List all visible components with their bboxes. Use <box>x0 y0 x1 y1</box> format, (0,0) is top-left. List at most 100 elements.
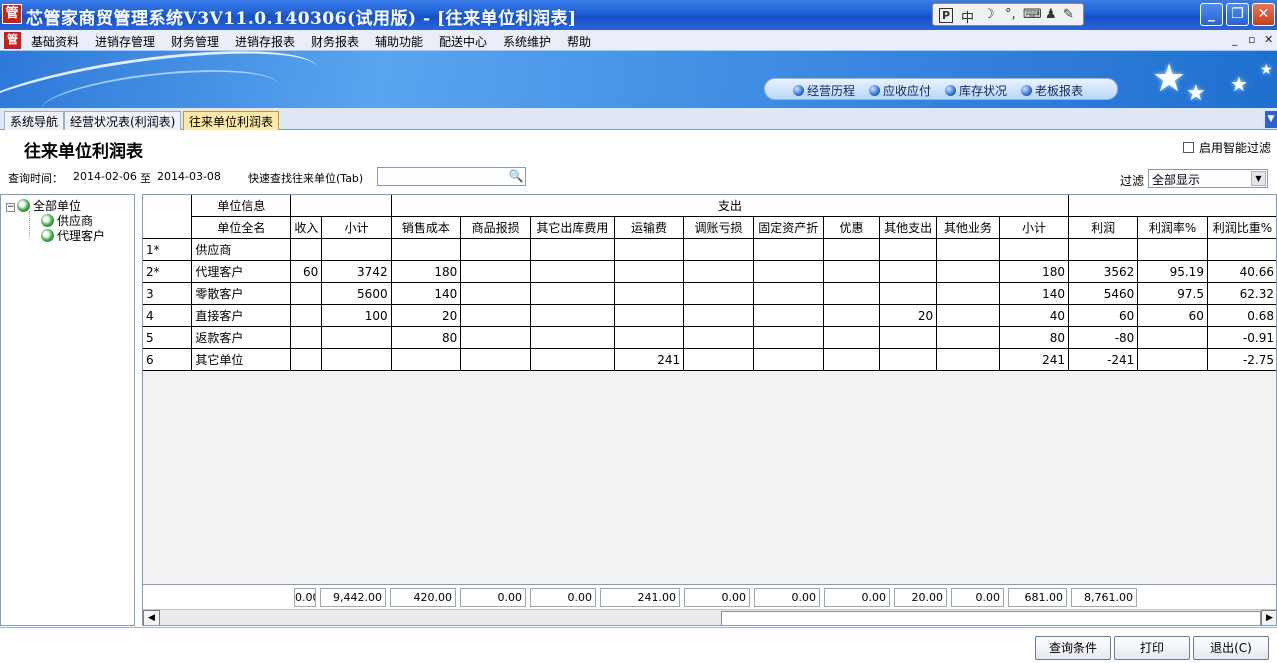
keyboard-icon[interactable]: ⌨ <box>1023 7 1042 22</box>
table-cell[interactable]: 95.19 <box>1137 260 1208 283</box>
ime-toolbar[interactable]: P 中 ☽ °, ⌨ ♟ ✎ <box>932 3 1084 26</box>
table-cell[interactable] <box>613 238 685 261</box>
table-cell[interactable] <box>822 260 881 283</box>
table-cell[interactable] <box>822 238 881 261</box>
table-cell[interactable]: 60 <box>290 260 323 283</box>
table-cell[interactable]: -2.75 <box>1206 348 1276 371</box>
table-cell[interactable] <box>460 326 531 349</box>
user-icon[interactable]: ♟ <box>1045 7 1057 22</box>
table-row[interactable]: 1* 供应商 <box>143 238 1276 261</box>
ime-p-icon[interactable]: P <box>939 8 954 23</box>
table-cell[interactable] <box>460 348 531 371</box>
table-cell[interactable]: -0.91 <box>1206 326 1276 349</box>
table-cell[interactable] <box>321 326 392 349</box>
table-cell[interactable]: 241 <box>998 348 1070 371</box>
table-cell[interactable]: 80 <box>998 326 1070 349</box>
table-cell[interactable] <box>822 304 881 327</box>
table-cell[interactable] <box>290 304 323 327</box>
menu-aux[interactable]: 辅助功能 <box>375 33 423 50</box>
menu-delivery[interactable]: 配送中心 <box>439 33 487 50</box>
unit-name-cell[interactable]: 其它单位 <box>191 348 292 371</box>
table-cell[interactable] <box>529 238 615 261</box>
menu-system[interactable]: 系统维护 <box>503 33 551 50</box>
column-header[interactable]: 调账亏损 <box>683 216 754 239</box>
menu-basic-data[interactable]: 基础资料 <box>31 33 79 50</box>
column-header[interactable]: 其它出库费用 <box>529 216 615 239</box>
table-cell[interactable] <box>752 282 824 305</box>
table-cell[interactable] <box>683 326 754 349</box>
table-cell[interactable] <box>290 348 323 371</box>
tab-business-status[interactable]: 经营状况表(利润表) <box>64 111 182 130</box>
mdi-close-button[interactable]: ✕ <box>1264 33 1273 46</box>
mdi-minimize-button[interactable]: _ <box>1232 33 1238 46</box>
table-cell[interactable] <box>822 326 881 349</box>
table-cell[interactable] <box>1137 326 1208 349</box>
quick-link-history[interactable]: 经营历程 <box>793 82 855 99</box>
tab-unit-profit[interactable]: 往来单位利润表 <box>183 111 280 130</box>
table-cell[interactable]: 180 <box>390 260 462 283</box>
menu-finance-reports[interactable]: 财务报表 <box>311 33 359 50</box>
table-cell[interactable]: 5460 <box>1068 282 1139 305</box>
table-cell[interactable] <box>936 282 1000 305</box>
table-cell[interactable] <box>529 260 615 283</box>
table-cell[interactable] <box>1137 238 1208 261</box>
table-cell[interactable] <box>752 348 824 371</box>
scroll-left-icon[interactable]: ◀ <box>143 610 160 625</box>
table-cell[interactable]: 40.66 <box>1206 260 1276 283</box>
mdi-app-icon[interactable]: 管 <box>4 32 21 49</box>
quick-find-input[interactable]: 🔍 <box>377 167 526 186</box>
unit-name-cell[interactable]: 直接客户 <box>191 304 292 327</box>
table-cell[interactable] <box>752 260 824 283</box>
table-cell[interactable] <box>752 304 824 327</box>
table-cell[interactable]: 3562 <box>1068 260 1139 283</box>
table-cell[interactable]: 3742 <box>321 260 392 283</box>
table-cell[interactable] <box>936 238 1000 261</box>
table-cell[interactable] <box>683 238 754 261</box>
table-cell[interactable] <box>683 348 754 371</box>
table-cell[interactable] <box>879 260 938 283</box>
search-icon[interactable]: 🔍 <box>508 169 524 184</box>
table-cell[interactable]: 180 <box>998 260 1070 283</box>
column-header[interactable]: 商品报损 <box>460 216 531 239</box>
mdi-restore-button[interactable]: ▫ <box>1248 33 1255 46</box>
table-cell[interactable]: 62.32 <box>1206 282 1276 305</box>
table-cell[interactable]: 140 <box>998 282 1070 305</box>
table-cell[interactable] <box>879 238 938 261</box>
table-cell[interactable]: 60 <box>1137 304 1208 327</box>
table-cell[interactable] <box>822 282 881 305</box>
punctuation-icon[interactable]: °, <box>1005 7 1016 22</box>
table-cell[interactable] <box>879 326 938 349</box>
query-conditions-button[interactable]: 查询条件 <box>1035 636 1111 660</box>
column-header[interactable]: 运输费 <box>613 216 685 239</box>
print-button[interactable]: 打印 <box>1114 636 1190 660</box>
column-header[interactable]: 单位全名 <box>191 216 292 239</box>
filter-select[interactable]: 全部显示 ▼ <box>1148 169 1268 188</box>
table-cell[interactable] <box>390 238 462 261</box>
table-cell[interactable] <box>529 304 615 327</box>
unit-name-cell[interactable]: 代理客户 <box>191 260 292 283</box>
column-header[interactable]: 优惠 <box>822 216 881 239</box>
table-cell[interactable] <box>529 348 615 371</box>
table-cell[interactable]: 140 <box>390 282 462 305</box>
unit-name-cell[interactable]: 返款客户 <box>191 326 292 349</box>
table-cell[interactable] <box>529 282 615 305</box>
column-header[interactable]: 固定资产折 <box>752 216 824 239</box>
minimize-button[interactable]: _ <box>1200 3 1223 26</box>
tab-list-dropdown-icon[interactable]: ▼ <box>1265 111 1277 128</box>
exit-button[interactable]: 退出(C) <box>1193 636 1269 660</box>
table-cell[interactable] <box>752 326 824 349</box>
table-cell[interactable] <box>683 304 754 327</box>
table-cell[interactable]: 60 <box>1068 304 1139 327</box>
unit-name-cell[interactable]: 供应商 <box>191 238 292 261</box>
table-row[interactable]: 6 其它单位 241 241 -241 -2.75 <box>143 348 1276 371</box>
table-cell[interactable] <box>1206 238 1276 261</box>
table-cell[interactable] <box>683 260 754 283</box>
scroll-right-icon[interactable]: ▶ <box>1261 610 1276 625</box>
scrollbar-thumb[interactable] <box>721 611 1261 625</box>
column-header[interactable]: 小计 <box>321 216 392 239</box>
table-cell[interactable]: 0.68 <box>1206 304 1276 327</box>
table-cell[interactable] <box>321 238 392 261</box>
table-cell[interactable] <box>683 282 754 305</box>
table-cell[interactable] <box>936 348 1000 371</box>
ime-lang-toggle[interactable]: 中 <box>961 7 974 26</box>
